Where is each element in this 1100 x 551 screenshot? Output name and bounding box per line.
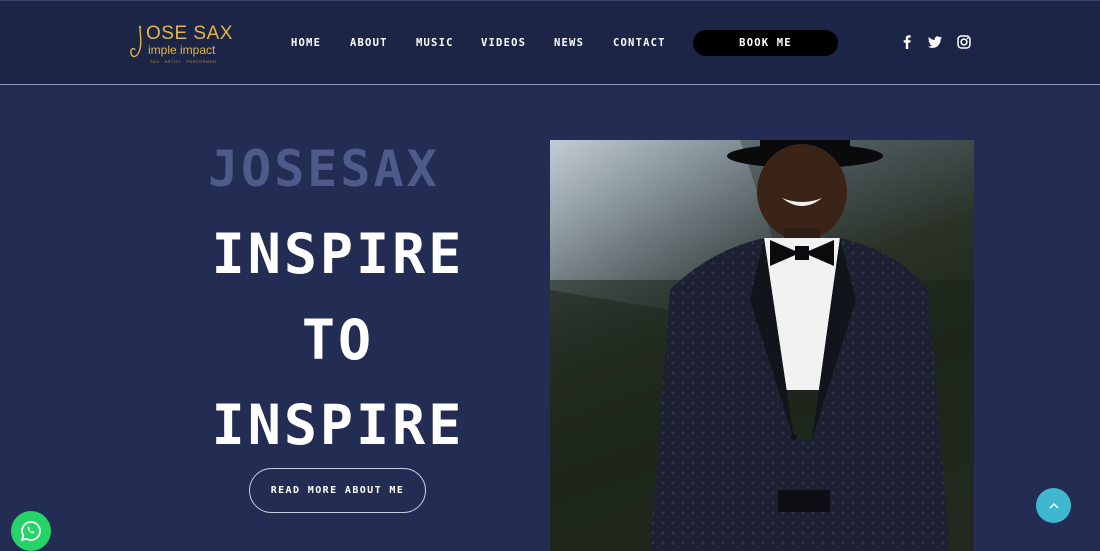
hero-portrait-photo <box>550 140 974 551</box>
logo-subtitle: imple impact <box>148 43 216 57</box>
hero-kicker: JOSESAX <box>208 140 440 198</box>
nav-music[interactable]: MUSIC <box>416 37 454 49</box>
book-me-button[interactable]: BOOK ME <box>693 30 838 56</box>
nav-news[interactable]: NEWS <box>554 37 584 49</box>
nav-contact[interactable]: CONTACT <box>613 37 666 49</box>
site-header: OSE SAX imple impact SAX · ARTIST · PERF… <box>0 0 1100 85</box>
scroll-to-top-button[interactable] <box>1036 488 1071 523</box>
saxophone-logo-icon <box>130 25 142 58</box>
hero-line-1: INSPIRE <box>211 222 465 286</box>
nav-videos[interactable]: VIDEOS <box>481 37 526 49</box>
whatsapp-button[interactable] <box>11 511 51 551</box>
hero-line-3: INSPIRE <box>211 393 465 457</box>
twitter-icon[interactable] <box>928 35 942 49</box>
facebook-icon[interactable] <box>900 35 914 49</box>
logo-title: OSE SAX <box>146 23 233 44</box>
chevron-up-icon <box>1048 502 1059 509</box>
nav-about[interactable]: ABOUT <box>350 37 388 49</box>
site-logo[interactable]: OSE SAX imple impact SAX · ARTIST · PERF… <box>128 21 232 67</box>
portrait-illustration <box>550 140 974 551</box>
instagram-icon[interactable] <box>957 35 971 49</box>
whatsapp-icon <box>20 521 41 542</box>
hero-line-2: TO <box>301 308 375 372</box>
read-more-button[interactable]: READ MORE ABOUT ME <box>249 468 426 513</box>
nav-home[interactable]: HOME <box>291 37 321 49</box>
logo-tagline: SAX · ARTIST · PERFORMER <box>150 59 217 64</box>
